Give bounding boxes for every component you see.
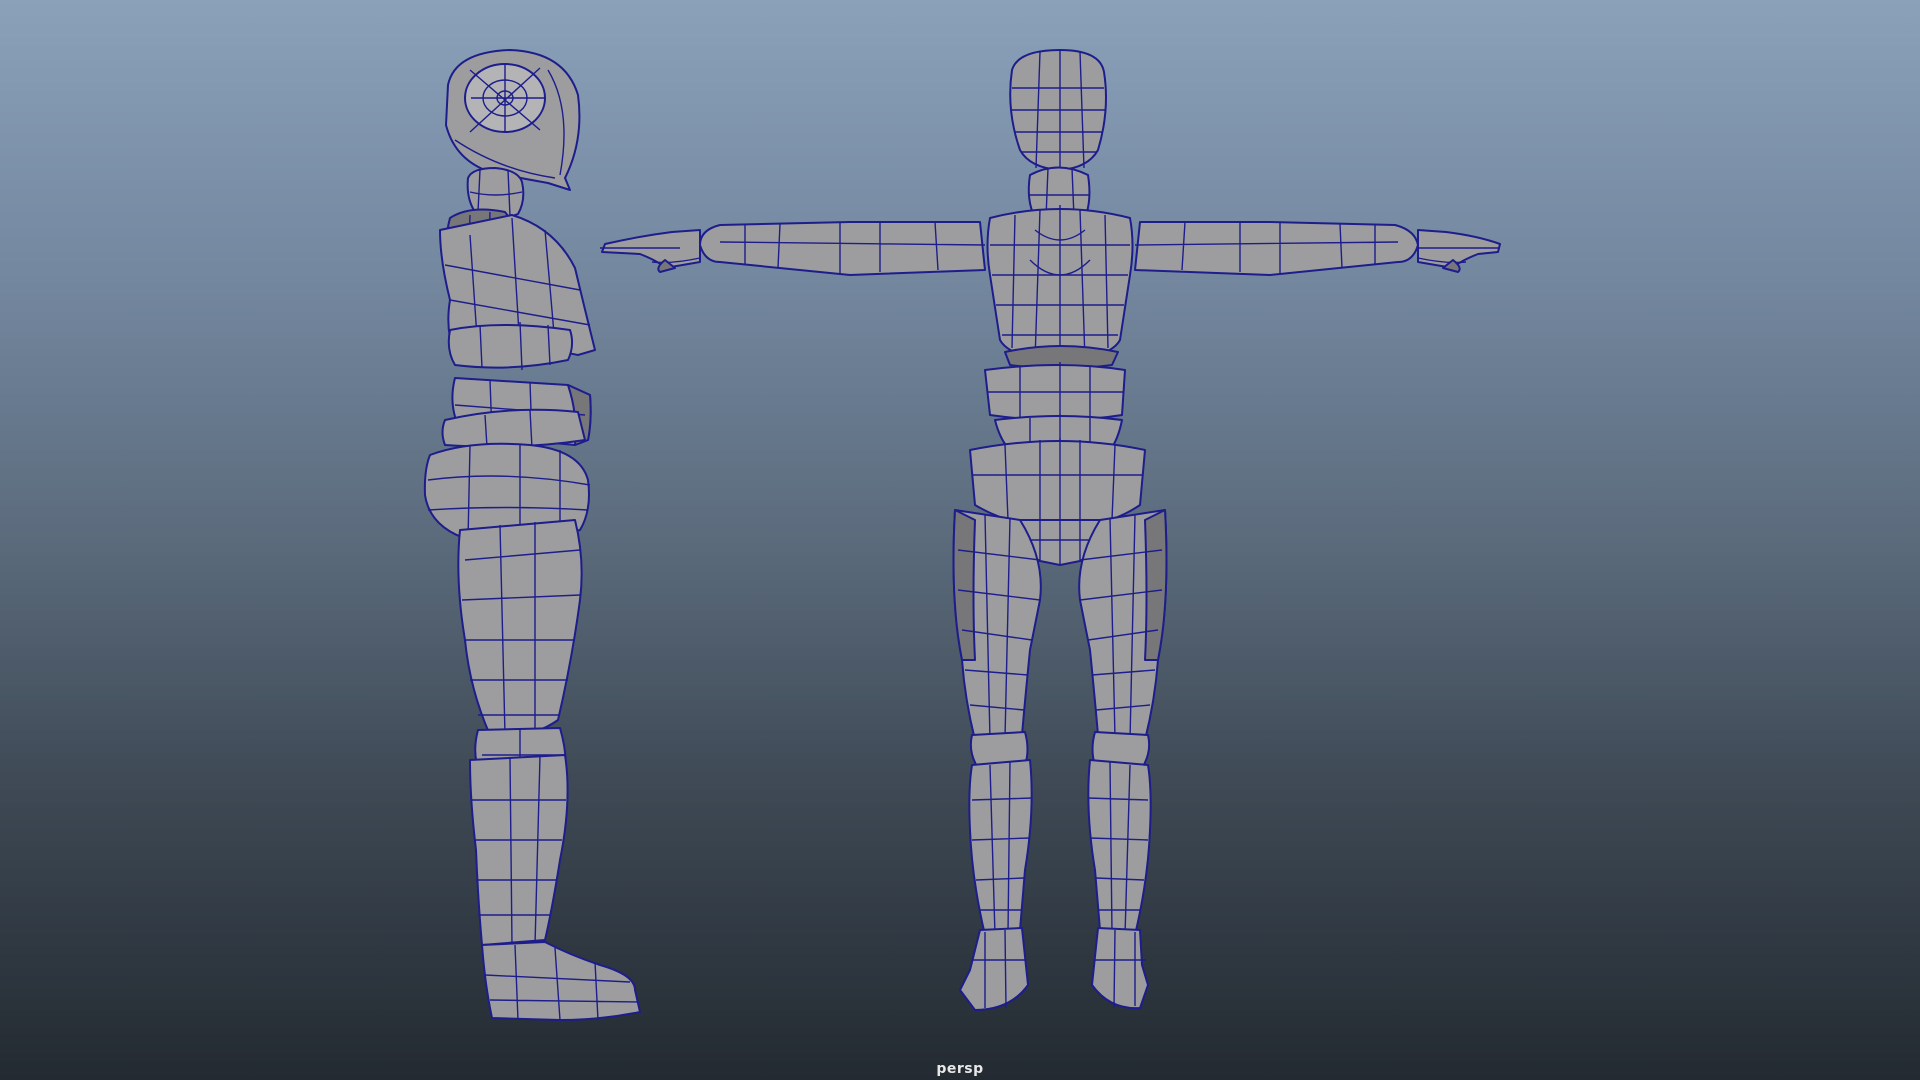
viewport-canvas[interactable] <box>0 0 1920 1080</box>
side-shin <box>469 754 569 946</box>
persp-viewport[interactable]: persp <box>0 0 1920 1080</box>
front-abdomen <box>984 362 1126 422</box>
front-arm-left <box>600 221 986 276</box>
character-side-view[interactable] <box>423 49 641 1021</box>
side-thigh <box>457 519 583 738</box>
side-head <box>445 49 581 191</box>
front-leg-right <box>1078 509 1168 1010</box>
front-torso <box>986 205 1134 363</box>
front-pelvis <box>969 438 1146 526</box>
side-belt <box>441 408 586 449</box>
side-foot <box>481 941 641 1021</box>
front-arm-right <box>1134 221 1501 276</box>
front-head <box>1009 49 1107 171</box>
camera-name-label: persp <box>936 1061 984 1077</box>
side-ribs <box>447 321 574 371</box>
character-front-view[interactable] <box>600 49 1501 1011</box>
front-leg-left <box>952 509 1042 1011</box>
